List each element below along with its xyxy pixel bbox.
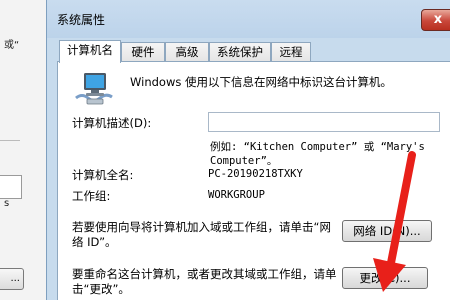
network-id-instructions: 若要使用向导将计算机加入域或工作组，请单击“网络 ID”。 — [72, 220, 331, 249]
background-window: 或“ s ... — [0, 0, 46, 300]
description-label: 计算机描述(D): — [72, 116, 152, 130]
tab-remote[interactable]: 远程 — [271, 42, 311, 62]
background-text-2: s — [4, 198, 10, 209]
full-name-value: PC-20190218TXKY — [208, 168, 303, 180]
full-name-label: 计算机全名: — [72, 168, 134, 182]
background-box — [0, 175, 22, 199]
system-properties-dialog: 系统属性 x 计算机名 硬件 高级 系统保护 远程 Windows 使用以下信息… — [46, 0, 450, 300]
window-title: 系统属性 — [57, 13, 106, 27]
computer-network-icon — [75, 73, 113, 105]
description-input[interactable] — [208, 112, 440, 132]
background-text: 或“ — [4, 40, 20, 51]
rename-instructions: 要重命名这台计算机，或者更改其域或工作组，请单击“更改”。 — [72, 267, 337, 296]
tab-computer-name[interactable]: 计算机名 — [59, 40, 121, 63]
background-divider — [0, 140, 20, 141]
workgroup-label: 工作组: — [72, 189, 111, 203]
workgroup-value: WORKGROUP — [208, 189, 265, 201]
close-icon[interactable]: x — [421, 9, 450, 31]
tab-system-protection[interactable]: 系统保护 — [209, 42, 271, 62]
computer-name-panel: Windows 使用以下信息在网络中标识这台计算机。 计算机描述(D): 例如:… — [57, 61, 450, 300]
change-button[interactable]: 更改(C)... — [342, 267, 428, 289]
intro-text: Windows 使用以下信息在网络中标识这台计算机。 — [130, 75, 392, 89]
tab-hardware[interactable]: 硬件 — [121, 42, 165, 62]
title-bar: 系统属性 x — [47, 0, 450, 38]
example-text: 例如: “Kitchen Computer” 或 “Mary's Compute… — [210, 141, 425, 167]
network-id-button[interactable]: 网络 ID(N)... — [342, 220, 432, 242]
tab-advanced[interactable]: 高级 — [165, 42, 209, 62]
background-button[interactable]: ... — [0, 268, 24, 290]
